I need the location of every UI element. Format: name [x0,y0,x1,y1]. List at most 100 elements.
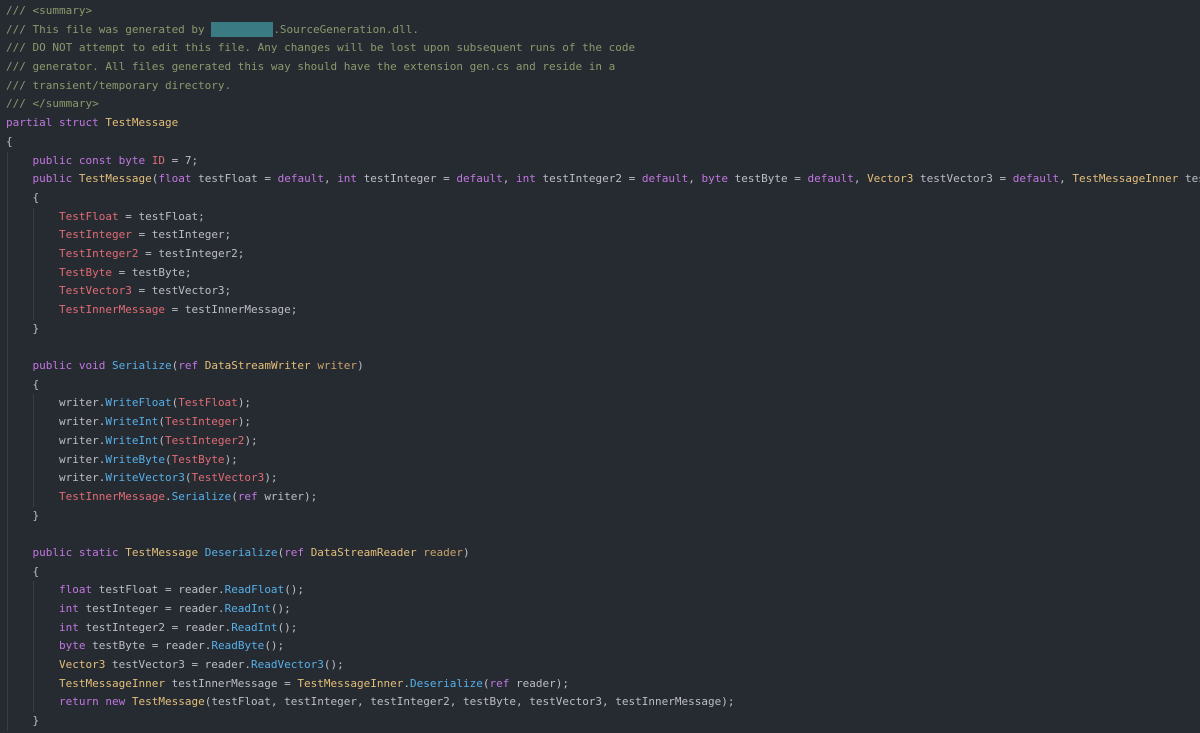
code-token-type: TestMessage [131,695,205,709]
code-token-plain: (testFloat, testInteger, testInteger2, t… [204,695,735,709]
code-token-plain: testI [1184,172,1200,186]
code-line[interactable]: TestMessageInner testInnerMessage = Test… [6,674,1200,694]
code-line[interactable]: public void Serialize(ref DataStreamWrit… [6,357,1200,376]
code-lines: /// <summary> /// This file was generated… [6,2,1200,731]
code-token-plain: ); [264,471,278,485]
code-line[interactable]: TestInteger2 = testInteger2; [6,244,1200,264]
indent-guide [7,413,8,432]
code-line[interactable]: } [6,319,1200,339]
code-token-field: ID [151,153,165,167]
code-line[interactable]: int testInteger = reader.ReadInt(); [6,600,1200,619]
code-token-plain: (); [277,620,298,634]
code-line[interactable]: TestByte = testByte; [6,263,1200,283]
code-token-keyword: int [58,602,86,615]
code-token-keyword: ref [489,676,516,690]
code-line[interactable]: { [6,133,1200,152]
code-line[interactable]: TestInnerMessage = testInnerMessage; [6,301,1200,320]
code-line[interactable] [6,338,1200,358]
code-token-keyword: int [58,620,86,634]
code-token-plain: writer); [264,489,318,503]
indent-guide [7,469,8,488]
code-token-keyword: int [337,172,364,186]
code-line[interactable]: TestInteger = testInteger; [6,226,1200,245]
code-line[interactable]: Vector3 testVector3 = reader.ReadVector3… [6,656,1200,675]
code-line[interactable]: public TestMessage(float testFloat = def… [6,170,1200,189]
indent-guide [7,357,8,376]
code-editor[interactable]: /// <summary> /// This file was generated… [0,0,1200,733]
code-line[interactable]: float testFloat = reader.ReadFloat(); [6,581,1200,600]
code-line[interactable]: writer.WriteInt(TestInteger); [6,413,1200,432]
code-line[interactable]: public static TestMessage Deserialize(re… [6,543,1200,563]
indent-guide [33,244,35,264]
code-line[interactable]: partial struct TestMessage [6,114,1200,133]
indent-guide [7,431,8,451]
code-line[interactable]: writer.WriteInt(TestInteger2); [6,431,1200,451]
code-token-plain: ( [158,415,165,429]
code-token-plain: ( [158,433,165,447]
code-token-method: ReadInt [231,620,278,634]
code-line[interactable]: return new TestMessage(testFloat, testIn… [6,693,1200,713]
code-token-comment: /// generator. All files generated this … [6,60,616,74]
code-token-plain: = testByte; [111,265,192,279]
code-line[interactable]: { [6,562,1200,582]
code-token-field: TestByte [58,265,112,279]
code-line[interactable]: /// DO NOT attempt to edit this file. An… [6,39,1200,58]
code-line[interactable]: public const byte ID = 7; [6,151,1200,171]
code-line[interactable]: writer.WriteVector3(TestVector3); [6,469,1200,488]
code-line[interactable]: /// This file was generated by .SourceGe… [6,21,1200,40]
code-token-keyword: default [1012,172,1060,186]
code-line[interactable]: /// <summary> [6,2,1200,21]
code-token-method: ReadInt [224,602,271,615]
code-token-type: TestMessage [78,172,152,186]
indent-guide [7,487,8,507]
code-token-keyword: public static [32,545,126,559]
code-line[interactable]: { [6,188,1200,208]
code-token-plain: = testInteger2; [138,246,245,260]
code-line[interactable]: } [6,712,1200,731]
code-token-plain: } [6,714,40,728]
code-line[interactable]: TestVector3 = testVector3; [6,282,1200,301]
code-line[interactable]: writer.WriteFloat(TestFloat); [6,394,1200,414]
code-token-plain: ); [224,452,238,466]
indent-guide [7,188,8,208]
indent-guide [7,301,8,320]
code-token-plain: ( [231,489,238,503]
code-line[interactable]: { [6,375,1200,395]
code-token-plain: . [164,489,172,503]
indent-guide [33,450,35,470]
code-line[interactable]: writer.WriteByte(TestByte); [6,450,1200,470]
code-token-plain: testByte = reader. [92,639,212,653]
code-token-keyword: byte [701,172,735,186]
code-token-plain: testInteger = reader. [85,602,225,615]
code-token-param: reader [423,545,464,559]
indent-guide [33,282,35,301]
code-line[interactable]: } [6,506,1200,526]
code-token-plain: = 7; [164,153,199,167]
code-line[interactable]: /// </summary> [6,95,1200,114]
code-line[interactable]: TestFloat = testFloat; [6,207,1200,227]
code-line[interactable]: TestInnerMessage.Serialize(ref writer); [6,487,1200,507]
indent-guide [33,301,35,320]
indent-guide [7,450,8,470]
indent-guide [33,656,35,675]
code-token-plain: writer. [6,471,106,485]
code-line[interactable]: /// generator. All files generated this … [6,58,1200,77]
indent-guide [33,674,35,694]
code-token-field: TestInteger2 [164,433,245,447]
code-line[interactable] [6,525,1200,544]
code-line[interactable]: /// transient/temporary directory. [6,77,1200,96]
code-token-plain: testInteger2 = reader. [85,620,232,634]
code-line[interactable]: byte testByte = reader.ReadByte(); [6,637,1200,657]
code-line[interactable]: int testInteger2 = reader.ReadInt(); [6,618,1200,638]
indent-guide [7,581,8,600]
code-token-field: TestInnerMessage [58,489,165,503]
code-token-keyword: ref [237,489,265,503]
code-token-plain: = testVector3; [131,284,232,298]
